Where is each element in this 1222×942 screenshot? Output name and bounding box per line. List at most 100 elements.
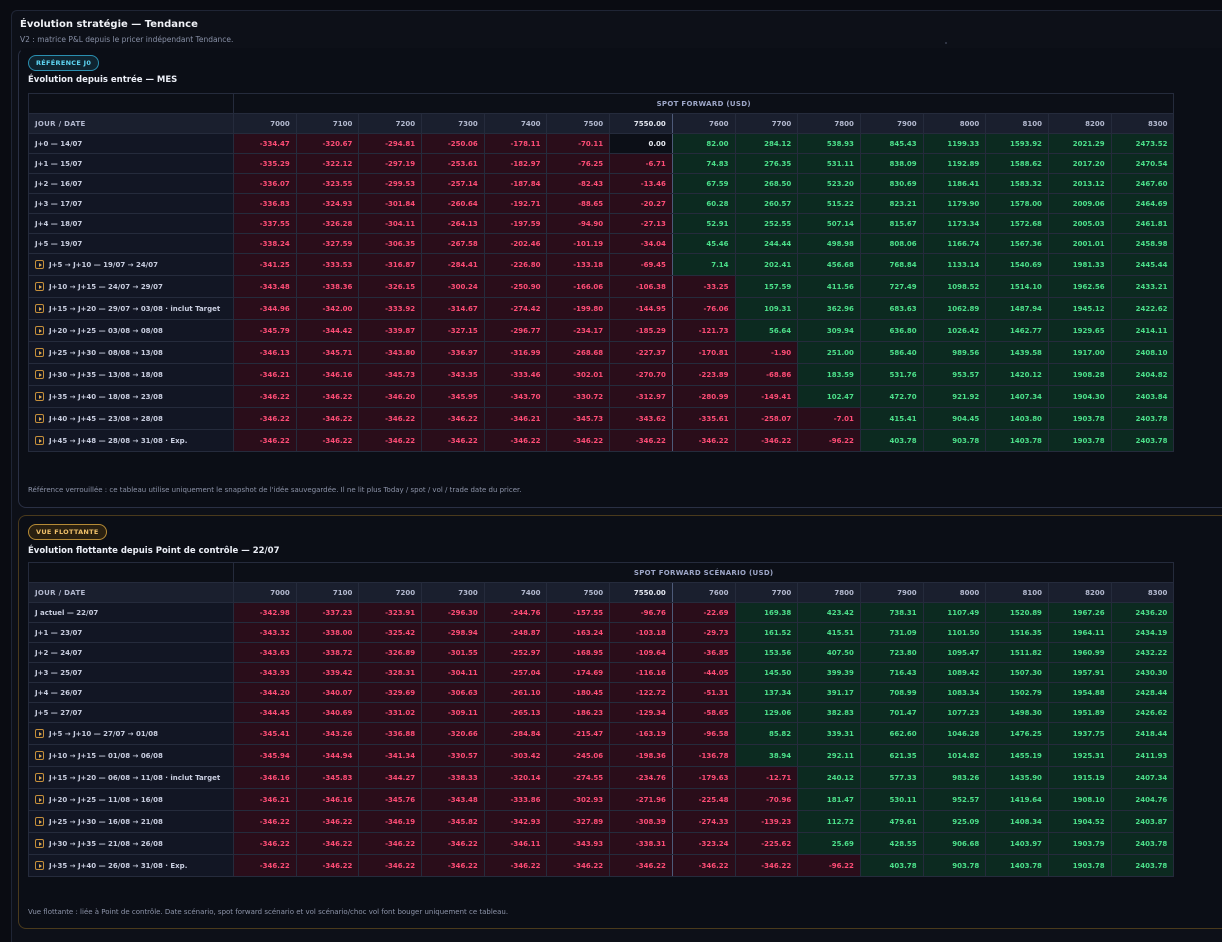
table-row[interactable]: J+15 → J+20 — 06/08 → 11/08 · inclut Tar… — [28, 766, 1175, 789]
pnl-cell: 2021.29 — [1047, 133, 1112, 154]
table-row[interactable]: J+20 → J+25 — 03/08 → 08/08 -345.79 -344.4… — [28, 319, 1175, 342]
table-row[interactable]: J+30 → J+35 — 13/08 → 18/08 -346.21 -346.1… — [28, 363, 1175, 386]
pnl-cell: 284.12 — [734, 133, 799, 154]
pnl-cell: 1945.12 — [1047, 297, 1112, 320]
pnl-cell: 738.31 — [859, 602, 924, 623]
row-label[interactable]: J+20 → J+25 — 11/08 → 16/08 — [28, 788, 234, 811]
decorative-dot — [945, 42, 947, 44]
table-row[interactable]: J+10 → J+15 — 24/07 → 29/07 -343.48 -338.3… — [28, 275, 1175, 298]
play-icon[interactable] — [35, 729, 44, 738]
pnl-cell: 82.00 — [671, 133, 736, 154]
table-row[interactable]: J+45 → J+48 — 28/08 → 31/08 · Exp. -346.2… — [28, 429, 1175, 452]
column-header-spot: 7700 — [734, 582, 799, 603]
row-label[interactable]: J+35 → J+40 — 18/08 → 23/08 — [28, 385, 234, 408]
play-icon[interactable] — [35, 348, 44, 357]
pnl-cell: -245.06 — [546, 744, 611, 767]
pnl-cell: -7.01 — [797, 407, 861, 430]
row-label[interactable]: J+35 → J+40 — 26/08 → 31/08 · Exp. — [28, 854, 234, 877]
pnl-cell: 1487.94 — [985, 297, 1049, 320]
pnl-cell: -335.61 — [671, 407, 736, 430]
table-row[interactable]: J+30 → J+35 — 21/08 → 26/08 -346.22 -346.2… — [28, 832, 1175, 855]
pnl-cell: -340.69 — [295, 702, 360, 723]
table-row[interactable]: J+20 → J+25 — 11/08 → 16/08 -346.21 -346.1… — [28, 788, 1175, 811]
row-label[interactable]: J+10 → J+15 — 24/07 → 29/07 — [28, 275, 234, 298]
pnl-cell: -344.45 — [233, 702, 297, 723]
play-icon[interactable] — [35, 839, 44, 848]
pnl-cell: 2464.69 — [1110, 193, 1175, 214]
row-label[interactable]: J+30 → J+35 — 13/08 → 18/08 — [28, 363, 234, 386]
play-icon[interactable] — [35, 326, 44, 335]
pnl-cell: 1089.42 — [922, 662, 987, 683]
pnl-cell: 2430.30 — [1110, 662, 1175, 683]
pnl-cell: 2433.21 — [1110, 275, 1175, 298]
table-row[interactable]: J+35 → J+40 — 26/08 → 31/08 · Exp. -346.2… — [28, 854, 1175, 877]
play-icon[interactable] — [35, 370, 44, 379]
pnl-cell: -346.22 — [233, 832, 297, 855]
play-icon[interactable] — [35, 282, 44, 291]
table-row[interactable]: J+5 → J+10 — 27/07 → 01/08 -345.41 -343.26… — [28, 722, 1175, 745]
table-row[interactable]: J+10 → J+15 — 01/08 → 06/08 -345.94 -344.9… — [28, 744, 1175, 767]
row-label-text: J actuel — 22/07 — [35, 608, 99, 617]
play-icon[interactable] — [35, 795, 44, 804]
pnl-cell: 823.21 — [859, 193, 924, 214]
table-row[interactable]: J+15 → J+20 — 29/07 → 03/08 · inclut Tar… — [28, 297, 1175, 320]
play-icon[interactable] — [35, 861, 44, 870]
pnl-cell: 731.09 — [859, 622, 924, 643]
play-icon[interactable] — [35, 392, 44, 401]
pnl-cell: -252.97 — [483, 642, 548, 663]
row-label[interactable]: J+45 → J+48 — 28/08 → 31/08 · Exp. — [28, 429, 234, 452]
row-label[interactable]: J+5 → J+10 — 27/07 → 01/08 — [28, 722, 234, 745]
column-header-spot: 8100 — [985, 113, 1049, 134]
pnl-cell: -316.99 — [483, 341, 548, 364]
pnl-cell: -178.11 — [483, 133, 548, 154]
pnl-cell: 1062.89 — [922, 297, 987, 320]
row-label[interactable]: J+15 → J+20 — 29/07 → 03/08 · inclut Tar… — [28, 297, 234, 320]
pnl-cell: -346.21 — [233, 363, 297, 386]
pnl-cell: -166.06 — [546, 275, 611, 298]
column-header-spot: 7550.00 — [609, 113, 673, 134]
play-icon[interactable] — [35, 773, 44, 782]
play-icon[interactable] — [35, 304, 44, 313]
pnl-cell: 112.72 — [797, 810, 861, 833]
play-icon[interactable] — [35, 817, 44, 826]
pnl-cell: -346.22 — [295, 407, 360, 430]
pnl-cell: 538.93 — [797, 133, 861, 154]
play-icon[interactable] — [35, 260, 44, 269]
play-icon[interactable] — [35, 436, 44, 445]
row-label[interactable]: J+5 → J+10 — 19/07 → 24/07 — [28, 253, 234, 276]
row-label[interactable]: J+25 → J+30 — 16/08 → 21/08 — [28, 810, 234, 833]
row-label-text: J+25 → J+30 — 08/08 → 13/08 — [49, 349, 163, 357]
row-label[interactable]: J+40 → J+45 — 23/08 → 28/08 — [28, 407, 234, 430]
pnl-cell: 403.78 — [859, 854, 924, 877]
pnl-cell: -34.04 — [609, 233, 673, 254]
table-row[interactable]: J+5 → J+10 — 19/07 → 24/07 -341.25 -333.53… — [28, 253, 1175, 276]
row-label[interactable]: J+15 → J+20 — 06/08 → 11/08 · inclut Tar… — [28, 766, 234, 789]
pnl-cell: -294.81 — [358, 133, 423, 154]
pnl-cell: -333.86 — [483, 788, 548, 811]
pnl-cell: 1408.34 — [985, 810, 1049, 833]
table-row[interactable]: J+25 → J+30 — 16/08 → 21/08 -346.22 -346.2… — [28, 810, 1175, 833]
pnl-cell: -44.05 — [671, 662, 736, 683]
row-label[interactable]: J+20 → J+25 — 03/08 → 08/08 — [28, 319, 234, 342]
table-row[interactable]: J+35 → J+40 — 18/08 → 23/08 -346.22 -346.2… — [28, 385, 1175, 408]
table-row: J+2 — 24/07 -343.63 -338.72 -326.89 -301.55-… — [28, 642, 1175, 663]
pnl-cell: 1957.91 — [1047, 662, 1112, 683]
pnl-cell: -346.22 — [609, 854, 673, 877]
play-icon[interactable] — [35, 751, 44, 760]
pnl-cell: 251.00 — [797, 341, 861, 364]
pnl-cell: 244.44 — [734, 233, 799, 254]
play-icon[interactable] — [35, 414, 44, 423]
pnl-cell: 586.40 — [859, 341, 924, 364]
pnl-cell: -342.93 — [483, 810, 548, 833]
floating-panel-title: Évolution flottante depuis Point de cont… — [28, 546, 280, 556]
row-label[interactable]: J+30 → J+35 — 21/08 → 26/08 — [28, 832, 234, 855]
reference-pnl-table: SPOT FORWARD (USD) JOUR / DATE 7000 7100 7… — [28, 93, 1175, 452]
pnl-cell: -346.21 — [483, 407, 548, 430]
table-row[interactable]: J+25 → J+30 — 08/08 → 13/08 -346.13 -345.7… — [28, 341, 1175, 364]
pnl-cell: -70.96 — [734, 788, 799, 811]
table-row[interactable]: J+40 → J+45 — 23/08 → 28/08 -346.22 -346.2… — [28, 407, 1175, 430]
pnl-cell: -346.22 — [233, 854, 297, 877]
pnl-cell: -303.42 — [483, 744, 548, 767]
row-label[interactable]: J+10 → J+15 — 01/08 → 06/08 — [28, 744, 234, 767]
row-label[interactable]: J+25 → J+30 — 08/08 → 13/08 — [28, 341, 234, 364]
